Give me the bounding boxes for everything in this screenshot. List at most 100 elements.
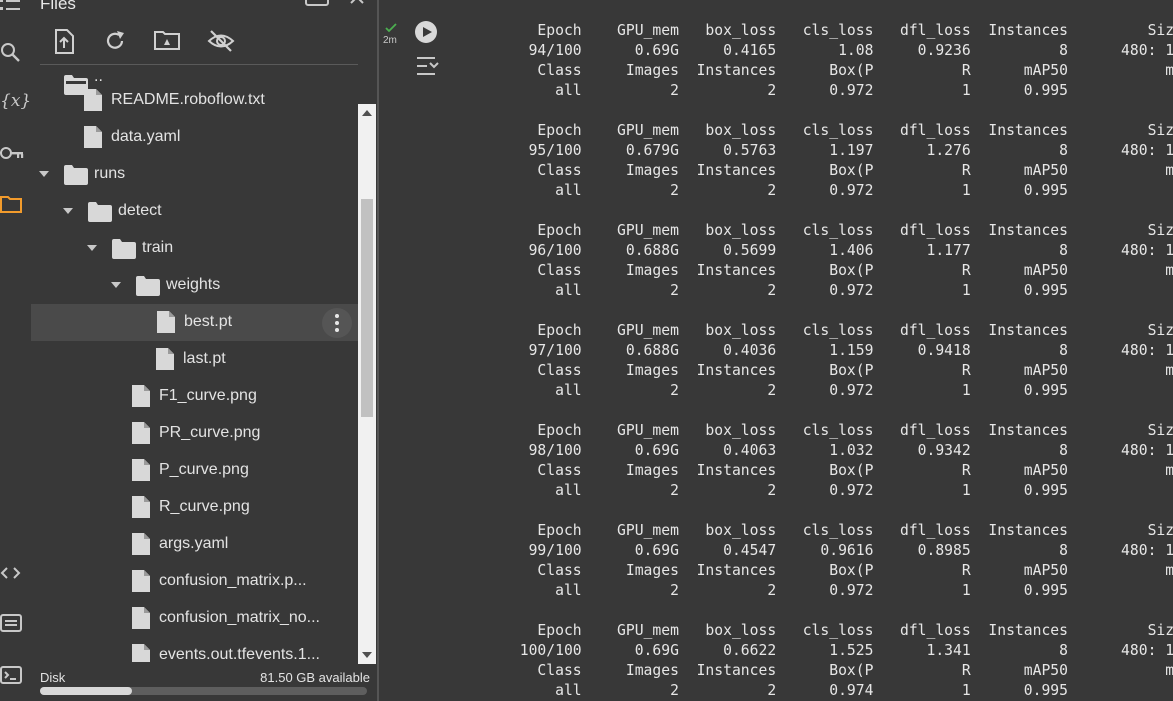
- secrets-key-icon[interactable]: [0, 140, 26, 166]
- log-line: all 2 2 0.972 1 0.995: [449, 82, 1077, 99]
- log-line: 98/100 0.69G 0.4063 1.032 0.9342 8 480: …: [449, 442, 1173, 459]
- more-vert-icon[interactable]: [322, 308, 352, 338]
- disk-usage-fill: [40, 687, 132, 695]
- scroll-up-arrow-icon[interactable]: [362, 110, 372, 116]
- log-line: all 2 2 0.974 1 0.995: [449, 682, 1077, 699]
- training-log: Epoch GPU_mem box_loss cls_loss dfl_loss…: [449, 21, 1173, 701]
- disk-usage: Disk 81.50 GB available: [40, 670, 370, 685]
- file-tree-node[interactable]: R_curve.png: [30, 489, 358, 526]
- log-line: Epoch GPU_mem box_loss cls_loss dfl_loss…: [449, 322, 1173, 339]
- chevron-down-icon[interactable]: [86, 242, 98, 254]
- disk-label: Disk: [40, 670, 66, 685]
- log-line: all 2 2 0.972 1 0.995: [449, 482, 1077, 499]
- file-tree-node[interactable]: last.pt: [30, 341, 358, 378]
- terminal-icon[interactable]: [0, 662, 26, 688]
- file-tree-node[interactable]: P_curve.png: [30, 452, 358, 489]
- file-tree-label: F1_curve.png: [159, 387, 257, 404]
- refresh-icon[interactable]: [103, 29, 129, 55]
- file-tree-node[interactable]: args.yaml: [30, 526, 358, 563]
- scroll-thumb[interactable]: [361, 199, 373, 417]
- code-snippets-icon[interactable]: [0, 560, 26, 586]
- toolbar-separator: [40, 64, 358, 65]
- file-tree-node[interactable]: confusion_matrix_no...: [30, 600, 358, 637]
- file-tree-node[interactable]: F1_curve.png: [30, 378, 358, 415]
- file-tree-node[interactable]: data.yaml: [30, 119, 358, 156]
- folder-icon: [112, 239, 136, 264]
- log-line: Class Images Instances Box(P R mAP50 mA: [449, 662, 1173, 679]
- log-line: 100/100 0.69G 0.6622 1.525 1.341 8 480: …: [449, 642, 1173, 659]
- cell-gutter: 2m: [379, 0, 449, 701]
- file-icon: [132, 459, 150, 486]
- file-icon: [157, 311, 175, 338]
- file-icon: [132, 385, 150, 412]
- log-line: 94/100 0.69G 0.4165 1.08 0.9236 8 480: 1…: [449, 42, 1173, 59]
- epoch-log-block: Epoch GPU_mem box_loss cls_loss dfl_loss…: [449, 121, 1173, 201]
- file-tree-node[interactable]: weights: [30, 267, 358, 304]
- file-icon: [156, 348, 174, 375]
- play-circle-icon[interactable]: [415, 21, 437, 48]
- file-icon: [132, 533, 150, 560]
- file-tree-node[interactable]: detect: [30, 193, 358, 230]
- file-icon: [84, 126, 102, 153]
- chevron-down-icon[interactable]: [62, 205, 74, 217]
- table-of-contents-icon[interactable]: [0, 0, 26, 18]
- log-line: 95/100 0.679G 0.5763 1.197 1.276 8 480: …: [449, 142, 1173, 159]
- file-tree-label: confusion_matrix.p...: [159, 572, 307, 589]
- files-panel-title: Files: [40, 0, 76, 13]
- file-tree-node[interactable]: confusion_matrix.p...: [30, 563, 358, 600]
- file-tree-label: data.yaml: [111, 128, 181, 145]
- log-line: Epoch GPU_mem box_loss cls_loss dfl_loss…: [449, 522, 1173, 539]
- file-tree-scrollbar[interactable]: [358, 104, 376, 664]
- chevron-down-icon[interactable]: [38, 168, 50, 180]
- log-line: Class Images Instances Box(P R mAP50 mA: [449, 262, 1173, 279]
- file-tree-label: events.out.tfevents.1...: [159, 646, 320, 662]
- file-tree-label: R_curve.png: [159, 498, 250, 515]
- chevron-down-icon[interactable]: [110, 279, 122, 291]
- epoch-log-block: Epoch GPU_mem box_loss cls_loss dfl_loss…: [449, 21, 1173, 101]
- file-icon: [132, 570, 150, 597]
- log-line: Epoch GPU_mem box_loss cls_loss dfl_loss…: [449, 122, 1173, 139]
- cell-output: Epoch GPU_mem box_loss cls_loss dfl_loss…: [449, 0, 1173, 701]
- output-options-icon[interactable]: [415, 56, 439, 83]
- hide-hidden-files-icon[interactable]: [207, 29, 235, 55]
- file-tree-label: weights: [166, 276, 221, 293]
- log-line: all 2 2 0.972 1 0.995: [449, 182, 1077, 199]
- file-tree-node[interactable]: runs: [30, 156, 358, 193]
- log-line: Class Images Instances Box(P R mAP50 mA: [449, 362, 1173, 379]
- log-line: 96/100 0.688G 0.5699 1.406 1.177 8 480: …: [449, 242, 1173, 259]
- file-icon: [132, 644, 150, 662]
- log-line: 99/100 0.69G 0.4547 0.9616 0.8985 8 480:…: [449, 542, 1173, 559]
- log-line: Class Images Instances Box(P R mAP50 mA: [449, 62, 1173, 79]
- file-tree-node[interactable]: events.out.tfevents.1...: [30, 637, 358, 662]
- file-tree-label: runs: [94, 165, 126, 182]
- drive-folder-icon[interactable]: [154, 29, 180, 55]
- files-folder-icon[interactable]: [0, 191, 26, 217]
- log-line: Epoch GPU_mem box_loss cls_loss dfl_loss…: [449, 422, 1173, 439]
- file-tree-label: README.roboflow.txt: [111, 91, 265, 108]
- file-tree: .. README.roboflow.txt data.yaml runs detect…: [30, 68, 358, 662]
- file-tree-label: train: [142, 239, 174, 256]
- file-tree-node[interactable]: best.pt: [31, 304, 358, 341]
- folder-icon: [88, 202, 112, 227]
- log-line: Epoch GPU_mem box_loss cls_loss dfl_loss…: [449, 622, 1173, 639]
- epoch-log-block: Epoch GPU_mem box_loss cls_loss dfl_loss…: [449, 321, 1173, 401]
- file-tree-label: PR_curve.png: [159, 424, 261, 441]
- upload-file-icon[interactable]: [52, 29, 78, 55]
- log-line: Epoch GPU_mem box_loss cls_loss dfl_loss…: [449, 22, 1173, 39]
- log-line: all 2 2 0.972 1 0.995: [449, 382, 1077, 399]
- search-icon[interactable]: [0, 40, 26, 66]
- file-tree-node[interactable]: train: [30, 230, 358, 267]
- command-palette-icon[interactable]: [0, 610, 26, 636]
- file-tree-label: last.pt: [183, 350, 226, 367]
- log-line: Class Images Instances Box(P R mAP50 mA: [449, 562, 1173, 579]
- file-tree-node[interactable]: README.roboflow.txt: [30, 82, 358, 119]
- log-line: all 2 2 0.972 1 0.995: [449, 282, 1077, 299]
- file-tree-node[interactable]: PR_curve.png: [30, 415, 358, 452]
- log-line: Class Images Instances Box(P R mAP50 mA: [449, 162, 1173, 179]
- variables-icon[interactable]: {x}: [0, 88, 31, 114]
- epoch-log-block: Epoch GPU_mem box_loss cls_loss dfl_loss…: [449, 521, 1173, 601]
- file-tree-label: detect: [118, 202, 162, 219]
- file-tree-label: confusion_matrix_no...: [159, 609, 320, 626]
- files-panel: Files .. README.roboflow.txt data.yaml runs…: [30, 0, 377, 701]
- scroll-down-arrow-icon[interactable]: [362, 652, 372, 658]
